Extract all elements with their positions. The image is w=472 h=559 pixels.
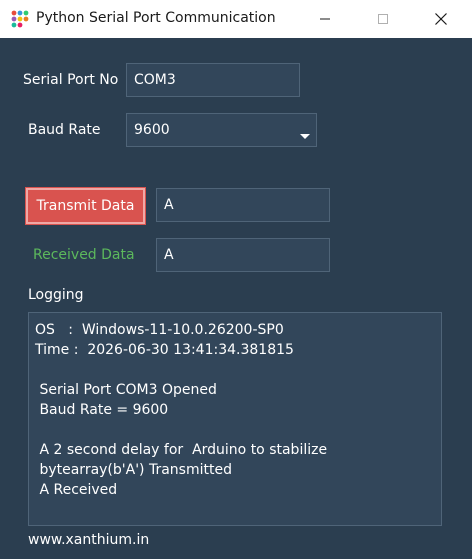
baud-rate-value: 9600 (134, 122, 170, 138)
transmit-data-button[interactable]: Transmit Data (25, 187, 146, 225)
log-line: Baud Rate = 9600 (35, 402, 169, 418)
log-line: Serial Port COM3 Opened (35, 382, 217, 398)
baud-rate-label: Baud Rate (28, 122, 101, 138)
logging-label: Logging (28, 287, 84, 303)
received-data-value: A (164, 247, 174, 263)
maximize-icon (378, 14, 388, 24)
website-link[interactable]: www.xanthium.in (28, 532, 149, 548)
maximize-button[interactable] (354, 0, 412, 38)
baud-rate-select[interactable]: 9600 (126, 113, 317, 147)
close-button[interactable] (412, 0, 470, 38)
close-icon (435, 13, 447, 25)
app-icon (11, 10, 29, 28)
minimize-icon (320, 18, 330, 20)
serial-port-input[interactable]: COM3 (126, 63, 300, 97)
received-data-field[interactable]: A (156, 238, 330, 272)
window-title: Python Serial Port Communication (36, 10, 276, 26)
transmit-data-input[interactable]: A (156, 188, 330, 222)
log-line: OS : Windows-11-10.0.26200-SP0 (35, 322, 284, 338)
transmit-data-value: A (164, 197, 174, 213)
log-line: A Received (35, 482, 118, 498)
received-data-label: Received Data (33, 247, 135, 263)
minimize-button[interactable] (296, 0, 354, 38)
logging-textarea[interactable]: OS : Windows-11-10.0.26200-SP0 Time : 20… (28, 312, 442, 526)
serial-port-label: Serial Port No (23, 72, 119, 88)
serial-port-value: COM3 (134, 72, 176, 88)
log-line: A 2 second delay for Arduino to stabiliz… (35, 442, 328, 458)
log-line: bytearray(b'A') Transmitted (35, 462, 232, 478)
title-bar: Python Serial Port Communication (0, 0, 472, 38)
log-line: Time : 2026-06-30 13:41:34.381815 (35, 342, 294, 358)
chevron-down-icon (300, 134, 310, 139)
